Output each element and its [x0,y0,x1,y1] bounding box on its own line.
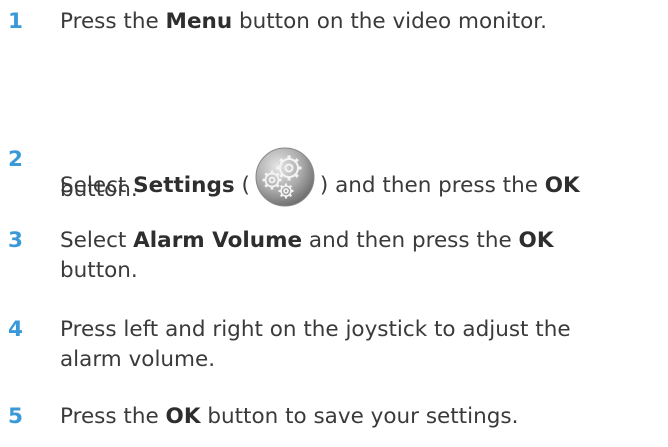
step-number: 4 [8,317,23,342]
step-number: 3 [8,228,23,253]
step-text-line-2: alarm volume. [60,347,216,372]
step-text-line-1: Press left and right on the joystick to … [60,317,571,342]
step-number: 5 [8,404,23,429]
step-text: Select Settings () and then press the O… [60,146,664,207]
settings-gears-icon [254,146,316,208]
menu-button-label: Menu [165,9,233,34]
step-text: Select Alarm Volume and then press the O… [60,227,664,285]
step-text: Press left and right on the joystick to … [60,316,664,374]
alarm-volume-label: Alarm Volume [133,228,303,253]
step-number: 2 [8,147,23,172]
step-text: Press the Menu button on the video monit… [60,9,547,34]
ok-label: OK [518,228,554,253]
step-number: 1 [8,9,23,34]
step-text: Press the OK button to save your setting… [60,404,519,429]
ok-label: OK [165,404,201,429]
step-text-line-2: button. [60,258,138,283]
ok-label: OK [544,173,580,198]
settings-label: Settings [133,173,235,198]
